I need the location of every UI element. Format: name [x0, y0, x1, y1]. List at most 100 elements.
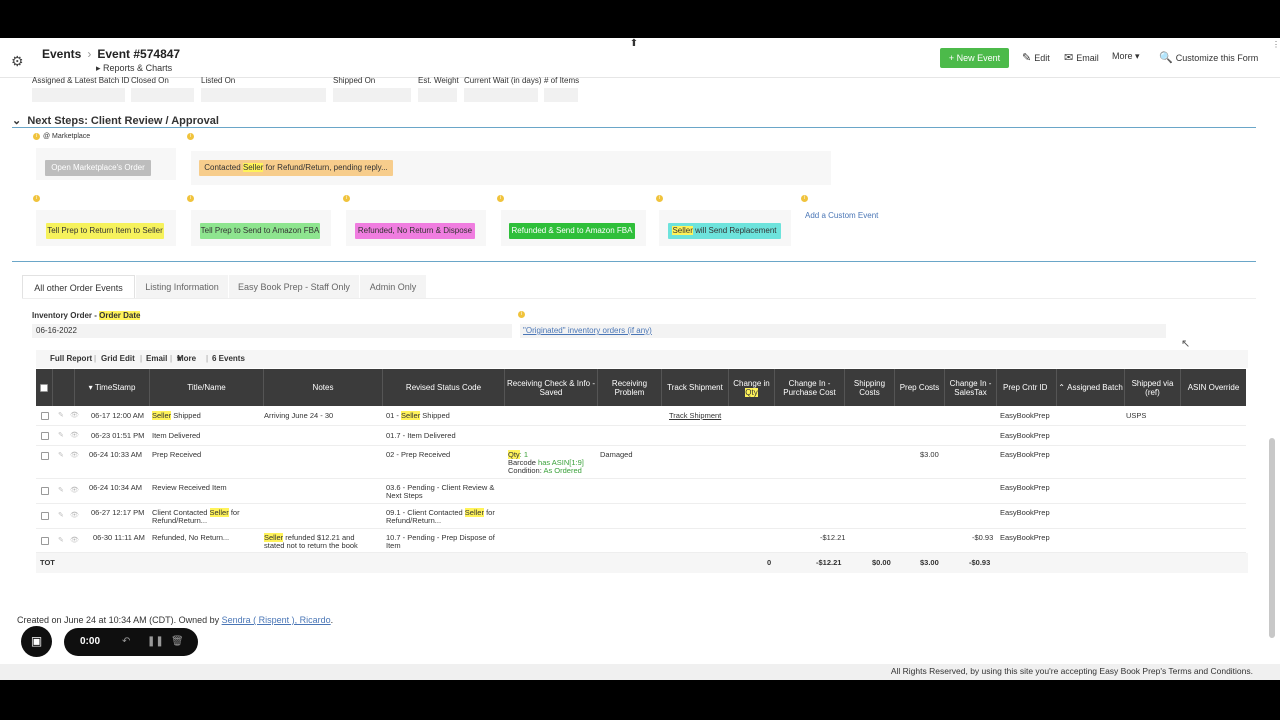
col-prep-cntr[interactable]: Prep Cntr ID [997, 369, 1057, 406]
track-shipment-link[interactable]: Track Shipment [669, 412, 721, 420]
col-receiving-check[interactable]: Receiving Check & Info - Saved [505, 369, 598, 406]
col-shipping-costs[interactable]: Shipping Costs [845, 369, 895, 406]
edit-icon[interactable]: ✎ [58, 431, 64, 439]
customize-form-button[interactable]: 🔍 Customize this Form [1159, 51, 1258, 64]
table-row[interactable]: ✎ 👁 06-17 12:00 AM Seller Shipped Arrivi… [36, 406, 1246, 426]
col-title[interactable]: Title/Name [150, 369, 264, 406]
batch-field[interactable] [32, 88, 125, 102]
cell-status-highlight: Seller [464, 508, 484, 517]
cell-timestamp: 06-27 12:17 PM [91, 508, 145, 517]
totals-qty: 0 [767, 558, 772, 567]
totals-row: TOT 0 -$12.21 $0.00 $3.00 -$0.93 [36, 553, 1248, 573]
grip-icon[interactable]: ⋮⋮ [1272, 40, 1280, 54]
edit-icon[interactable]: ✎ [58, 536, 64, 544]
table-row[interactable]: ✎ 👁 06-23 01:51 PM Item Delivered 01.7 -… [36, 426, 1246, 446]
table-row[interactable]: ✎ 👁 06-24 10:34 AM Review Received Item … [36, 479, 1246, 504]
col-track-shipment[interactable]: Track Shipment [662, 369, 729, 406]
breadcrumb-events[interactable]: Events [42, 47, 81, 61]
open-marketplace-order-button[interactable]: Open Marketplace's Order [45, 160, 151, 176]
row-checkbox[interactable] [41, 412, 49, 420]
edit-icon[interactable]: ✎ [58, 486, 64, 494]
col-receiving-problem[interactable]: Receiving Problem [598, 369, 662, 406]
col-timestamp[interactable]: ▾ TimeStamp [75, 369, 150, 406]
edit-icon[interactable]: ✎ [58, 411, 64, 419]
edit-icon[interactable]: ✎ [58, 511, 64, 519]
toolbar-separator: | [170, 354, 173, 363]
status-highlight: Seller [242, 163, 264, 172]
view-icon[interactable]: 👁 [70, 431, 79, 439]
refunded-send-fba-button[interactable]: Refunded & Send to Amazon FBA [509, 223, 635, 239]
originated-orders-link[interactable]: "Originated" inventory orders (if any) [520, 324, 1166, 338]
col-prep-costs[interactable]: Prep Costs [895, 369, 945, 406]
table-row[interactable]: ✎ 👁 06-24 10:33 AM Prep Received 02 - Pr… [36, 446, 1246, 479]
full-report-button[interactable]: Full Report [50, 350, 92, 368]
view-icon[interactable]: 👁 [70, 486, 79, 494]
undo-icon[interactable]: ↶ [122, 636, 130, 647]
status-text: Contacted [204, 163, 243, 172]
toolbar-separator: | [206, 354, 209, 363]
created-info: Created on June 24 at 10:34 AM (CDT). Ow… [17, 615, 333, 625]
replacement-label: will Send Replacement [692, 226, 777, 235]
col-revised-status[interactable]: Revised Status Code [383, 369, 505, 406]
row-checkbox[interactable] [41, 487, 49, 495]
tab-listing-information[interactable]: Listing Information [136, 275, 228, 299]
info-icon: i [33, 195, 40, 202]
next-steps-header[interactable]: ⌄ Next Steps: Client Review / Approval [12, 114, 219, 127]
closed-field[interactable] [131, 88, 194, 102]
grid-edit-button[interactable]: Grid Edit [101, 350, 135, 368]
video-camera-icon[interactable]: ▣ [21, 626, 52, 657]
trash-icon[interactable]: 🗑 [171, 636, 184, 647]
seller-send-replacement-button[interactable]: Seller will Send Replacement [668, 223, 781, 239]
grid-email-button[interactable]: Email [146, 350, 167, 368]
add-custom-event-link[interactable]: Add a Custom Event [805, 211, 878, 220]
pause-icon[interactable]: ❚❚ [147, 636, 164, 647]
tab-all-other-order-events[interactable]: All other Order Events [22, 275, 135, 299]
field-label-weight: Est. Weight [418, 76, 459, 85]
listed-field[interactable] [201, 88, 326, 102]
new-event-button[interactable]: + New Event [940, 48, 1009, 68]
weight-field[interactable] [418, 88, 457, 102]
scroll-top-icon[interactable]: ⬆ [628, 38, 640, 50]
col-assigned-batch[interactable]: ⌃ Assigned Batch [1057, 369, 1125, 406]
shipped-field[interactable] [333, 88, 411, 102]
view-icon[interactable]: 👁 [70, 451, 79, 459]
gear-icon[interactable]: ⚙ [11, 54, 25, 68]
row-checkbox[interactable] [41, 537, 49, 545]
vertical-scrollbar[interactable] [1269, 438, 1275, 638]
col-assigned-label: Assigned Batch [1067, 383, 1123, 392]
row-checkbox[interactable] [41, 432, 49, 440]
owner-link[interactable]: Sendra ( Rispent ), Ricardo [222, 615, 331, 625]
more-menu[interactable]: More ▾ [1112, 51, 1140, 62]
select-all-checkbox[interactable] [40, 383, 48, 392]
wait-field[interactable] [464, 88, 538, 102]
row-checkbox[interactable] [41, 452, 49, 460]
col-notes[interactable]: Notes [264, 369, 383, 406]
col-change-qty[interactable]: Change in Qty [729, 369, 775, 406]
col-asin-override[interactable]: ASIN Override [1181, 369, 1246, 406]
tell-prep-send-fba-button[interactable]: Tell Prep to Send to Amazon FBA [200, 223, 320, 239]
edit-icon[interactable]: ✎ [58, 451, 64, 459]
refunded-dispose-button[interactable]: Refunded, No Return & Dispose [355, 223, 475, 239]
row-checkbox[interactable] [41, 512, 49, 520]
table-row[interactable]: ✎ 👁 06-30 11:11 AM Refunded, No Return..… [36, 529, 1246, 553]
table-row[interactable]: ✎ 👁 06-27 12:17 PM Client Contacted Sell… [36, 504, 1246, 529]
breadcrumb: Events › Event #574847 [42, 47, 180, 61]
items-field[interactable] [544, 88, 578, 102]
email-button[interactable]: ✉ Email [1064, 51, 1099, 64]
col-purchase-cost[interactable]: Change In - Purchase Cost [775, 369, 845, 406]
view-icon[interactable]: 👁 [70, 511, 79, 519]
col-shipped-via[interactable]: Shipped via (ref) [1125, 369, 1181, 406]
tab-admin-only[interactable]: Admin Only [360, 275, 426, 299]
cell-notes-line2: stated not to return the book [264, 541, 358, 550]
edit-button[interactable]: ✎ Edit [1022, 51, 1050, 64]
order-date-field[interactable]: 06-16-2022 [32, 324, 512, 338]
view-icon[interactable]: 👁 [70, 411, 79, 419]
summary-fields: Assigned & Latest Batch ID Closed On Lis… [0, 76, 1280, 108]
col-salestax[interactable]: Change In - SalesTax [945, 369, 997, 406]
view-icon[interactable]: 👁 [70, 536, 79, 544]
cell-salestax: -$0.93 [972, 533, 994, 542]
tell-prep-return-button[interactable]: Tell Prep to Return Item to Seller [46, 223, 164, 239]
reports-charts-link[interactable]: ▸ Reports & Charts [96, 63, 172, 74]
tab-easy-book-prep-staff[interactable]: Easy Book Prep - Staff Only [229, 275, 359, 299]
field-label-closed: Closed On [131, 76, 169, 85]
